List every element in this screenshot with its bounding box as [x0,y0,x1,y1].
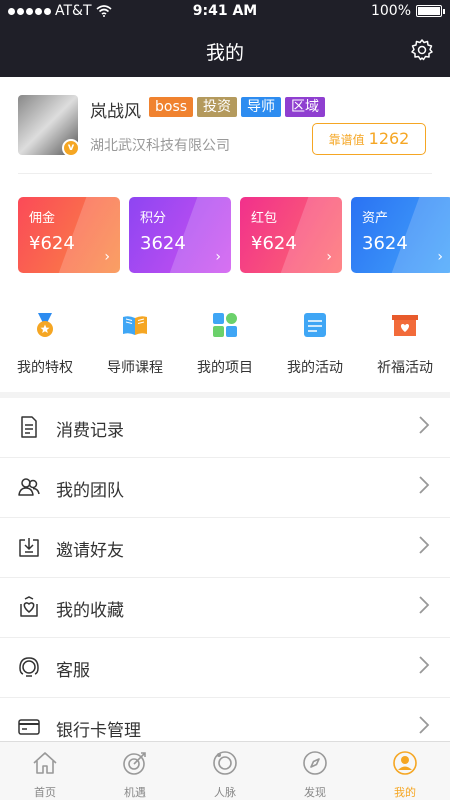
feature-label: 我的特权 [17,360,73,376]
menu-item-favorites[interactable]: 我的收藏 [0,578,450,638]
tag-badge: 投资 [197,97,238,117]
home-icon [33,752,57,774]
profile-section[interactable]: v 岚战风 boss 投资 导师 区域 湖北武汉科技有限公司 靠谱值 1262 [0,77,450,175]
tab-label: 首页 [34,786,56,799]
feature-label: 祈福活动 [377,360,433,376]
menu-item-label: 我的团队 [56,481,124,501]
feature-activities[interactable]: 我的活动 [270,305,360,385]
invite-icon [19,538,39,557]
bank-card-icon [18,719,40,735]
person-icon [393,751,417,775]
menu-item-team[interactable]: 我的团队 [0,458,450,518]
menu-item-customer-service[interactable]: 客服 [0,638,450,698]
card-value: ¥624 [251,233,297,254]
tab-discover[interactable]: 发现 [270,742,360,800]
feature-label: 我的活动 [287,360,343,376]
menu-item-label: 客服 [56,661,90,681]
gear-icon[interactable] [410,38,434,62]
battery-icon [416,5,445,17]
card-value: ¥624 [29,233,75,254]
battery-percent: 100% [370,3,411,19]
chevron-right-icon [419,656,430,674]
feature-privileges[interactable]: 我的特权 [0,305,90,385]
favorite-icon [20,596,38,617]
tab-connections[interactable]: 人脉 [180,742,270,800]
feature-blessing[interactable]: 祈福活动 [360,305,450,385]
card-commission[interactable]: 佣金 ¥624 › [18,197,120,273]
menu-item-label: 我的收藏 [56,601,124,621]
card-title: 佣金 [29,211,56,226]
menu-item-consumption[interactable]: 消费记录 [0,398,450,458]
chevron-right-icon [419,416,430,434]
chevron-right-icon [419,536,430,554]
tab-label: 我的 [394,786,416,799]
tab-label: 发现 [304,786,326,799]
card-points[interactable]: 积分 3624 › [129,197,231,273]
rating-button[interactable]: 靠谱值 1262 [312,123,426,155]
rating-label: 靠谱值 [328,133,365,147]
tab-mine[interactable]: 我的 [360,742,450,800]
status-bar: AT&T 9:41 AM 100% [0,0,450,24]
feature-label: 导师课程 [107,360,163,376]
feature-projects[interactable]: 我的项目 [180,305,270,385]
company-name: 湖北武汉科技有限公司 [90,138,230,154]
card-assets[interactable]: 资产 3624 › [351,197,450,273]
network-icon [213,751,237,775]
chevron-right-icon [419,596,430,614]
rating-value: 1262 [368,129,410,148]
card-value: 3624 [362,233,408,254]
divider [18,173,432,174]
grid-icon [213,313,237,337]
chevron-right-icon: › [215,249,221,265]
calendar-icon [304,313,326,337]
gift-box-icon [392,315,418,336]
chevron-right-icon: › [437,249,443,265]
menu-list: 消费记录 我的团队 邀请好友 我的收藏 客服 银行卡管理 [0,398,450,758]
tag-badge: 导师 [241,97,282,117]
tab-label: 人脉 [214,786,236,799]
tab-opportunities[interactable]: 机遇 [90,742,180,800]
chevron-right-icon: › [326,249,332,265]
top-header: AT&T 9:41 AM 100% 我的 [0,0,450,77]
user-tags: boss 投资 导师 区域 [149,97,326,117]
page-title: 我的 [205,42,244,64]
tab-label: 机遇 [124,786,146,799]
menu-item-invite[interactable]: 邀请好友 [0,518,450,578]
compass-icon [303,751,327,775]
chevron-right-icon [419,716,430,734]
card-title: 资产 [362,211,389,226]
menu-item-label: 消费记录 [56,421,124,441]
card-title: 积分 [140,211,167,226]
user-name: 岚战风 [90,102,141,122]
feature-courses[interactable]: 导师课程 [90,305,180,385]
bottom-tab-bar: 首页 机遇 人脉 发现 我的 [0,741,450,800]
tab-home[interactable]: 首页 [0,742,90,800]
chevron-right-icon [419,476,430,494]
tag-badge: 区域 [285,97,326,117]
receipt-icon [21,416,37,438]
headset-icon [19,657,39,677]
chevron-right-icon: › [104,249,110,265]
team-icon [18,478,40,496]
target-icon [123,752,146,775]
tag-badge: boss [149,97,194,117]
card-value: 3624 [140,233,186,254]
feature-label: 我的项目 [197,360,253,376]
card-red-packet[interactable]: 红包 ¥624 › [240,197,342,273]
feature-grid: 我的特权 导师课程 我的项目 我的活动 祈福活动 [0,305,450,385]
medal-icon [37,313,53,337]
book-icon [123,316,147,335]
wallet-cards: 佣金 ¥624 › 积分 3624 › 红包 ¥624 › 资产 3624 › [18,197,450,273]
card-title: 红包 [251,211,278,226]
menu-item-label: 邀请好友 [56,541,124,561]
menu-item-label: 银行卡管理 [56,721,141,741]
verified-badge: v [62,139,80,157]
